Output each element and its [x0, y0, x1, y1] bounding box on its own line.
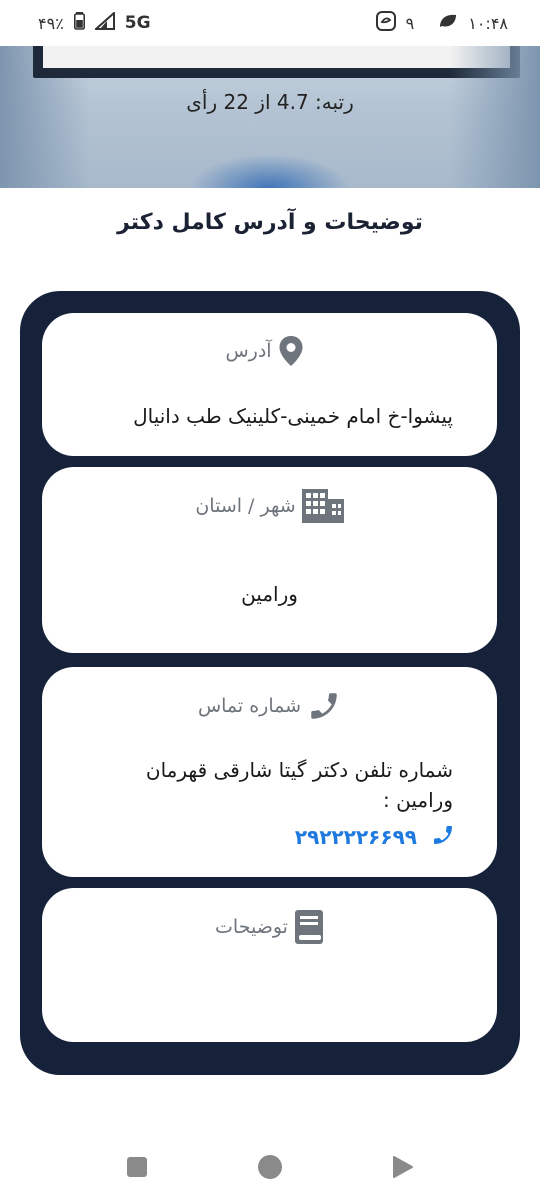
- contact-card: شماره تماس شماره تلفن دکتر گیتا شارقی قه…: [42, 667, 497, 877]
- image-frame: [33, 46, 520, 78]
- contact-header: شماره تماس: [42, 689, 497, 723]
- map-pin-icon: [278, 335, 304, 367]
- notes-header: توضیحات: [42, 910, 497, 944]
- city-value: ورامین: [241, 582, 298, 606]
- triangle-icon: [393, 1156, 414, 1178]
- address-value: پیشوا-خ امام خمینی-کلینیک طب دانیال: [133, 404, 453, 428]
- clock-time: ۱۰:۴۸: [468, 13, 508, 33]
- city-label: شهر / استان: [195, 495, 296, 517]
- circle-icon: [257, 1155, 282, 1179]
- book-icon: [294, 910, 324, 944]
- signal-icon: [93, 10, 115, 34]
- battery-icon: [73, 12, 85, 34]
- notification-count: ۹: [405, 13, 415, 33]
- details-container: آدرس پیشوا-خ امام خمینی-کلینیک طب دانیال: [20, 291, 520, 1075]
- status-bar: ۴۹٪ 5G ۹ ۱۰:۴۸: [0, 0, 540, 46]
- phone-link[interactable]: ۲۹۲۲۲۲۶۶۹۹: [295, 823, 455, 851]
- city-card: شهر / استان ورامین: [42, 467, 497, 653]
- section-title: توضیحات و آدرس کامل دکتر: [117, 210, 423, 235]
- status-bar-left: ۴۹٪ 5G: [38, 10, 151, 34]
- notes-card: توضیحات: [42, 888, 497, 1042]
- phone-number[interactable]: ۲۹۲۲۲۲۶۶۹۹: [295, 825, 417, 849]
- contact-description: شماره تلفن دکتر گیتا شارقی قهرمان ورامین…: [145, 758, 453, 812]
- phone-icon: [307, 689, 341, 723]
- notes-label: توضیحات: [215, 916, 288, 938]
- system-nav-bar: [0, 1134, 540, 1200]
- phone-call-icon[interactable]: [431, 823, 455, 851]
- hero-decoration: [190, 154, 350, 188]
- address-label: آدرس: [225, 340, 272, 362]
- doctor-hero-banner: رتبه: 4.7 از 22 رأی: [0, 46, 540, 188]
- address-card: آدرس پیشوا-خ امام خمینی-کلینیک طب دانیال: [42, 313, 497, 456]
- status-bar-right: ۹ ۱۰:۴۸: [375, 11, 508, 35]
- address-header: آدرس: [42, 335, 497, 367]
- battery-percent: ۴۹٪: [38, 13, 64, 33]
- back-button[interactable]: [383, 1147, 423, 1187]
- contact-label: شماره تماس: [197, 695, 302, 717]
- app-notification-icon: [375, 11, 396, 35]
- doctor-details-screen: ۴۹٪ 5G ۹ ۱۰:۴۸ رتبه: 4.7 از 22 رأی توضیح…: [0, 0, 540, 1200]
- leaf-icon: [438, 13, 458, 33]
- home-button[interactable]: [250, 1147, 290, 1187]
- city-header: شهر / استان: [42, 489, 497, 523]
- building-icon: [301, 489, 344, 523]
- network-type: 5G: [124, 13, 151, 33]
- recents-button[interactable]: [117, 1147, 157, 1187]
- square-icon: [126, 1157, 147, 1177]
- doctor-rating: رتبه: 4.7 از 22 رأی: [186, 90, 354, 114]
